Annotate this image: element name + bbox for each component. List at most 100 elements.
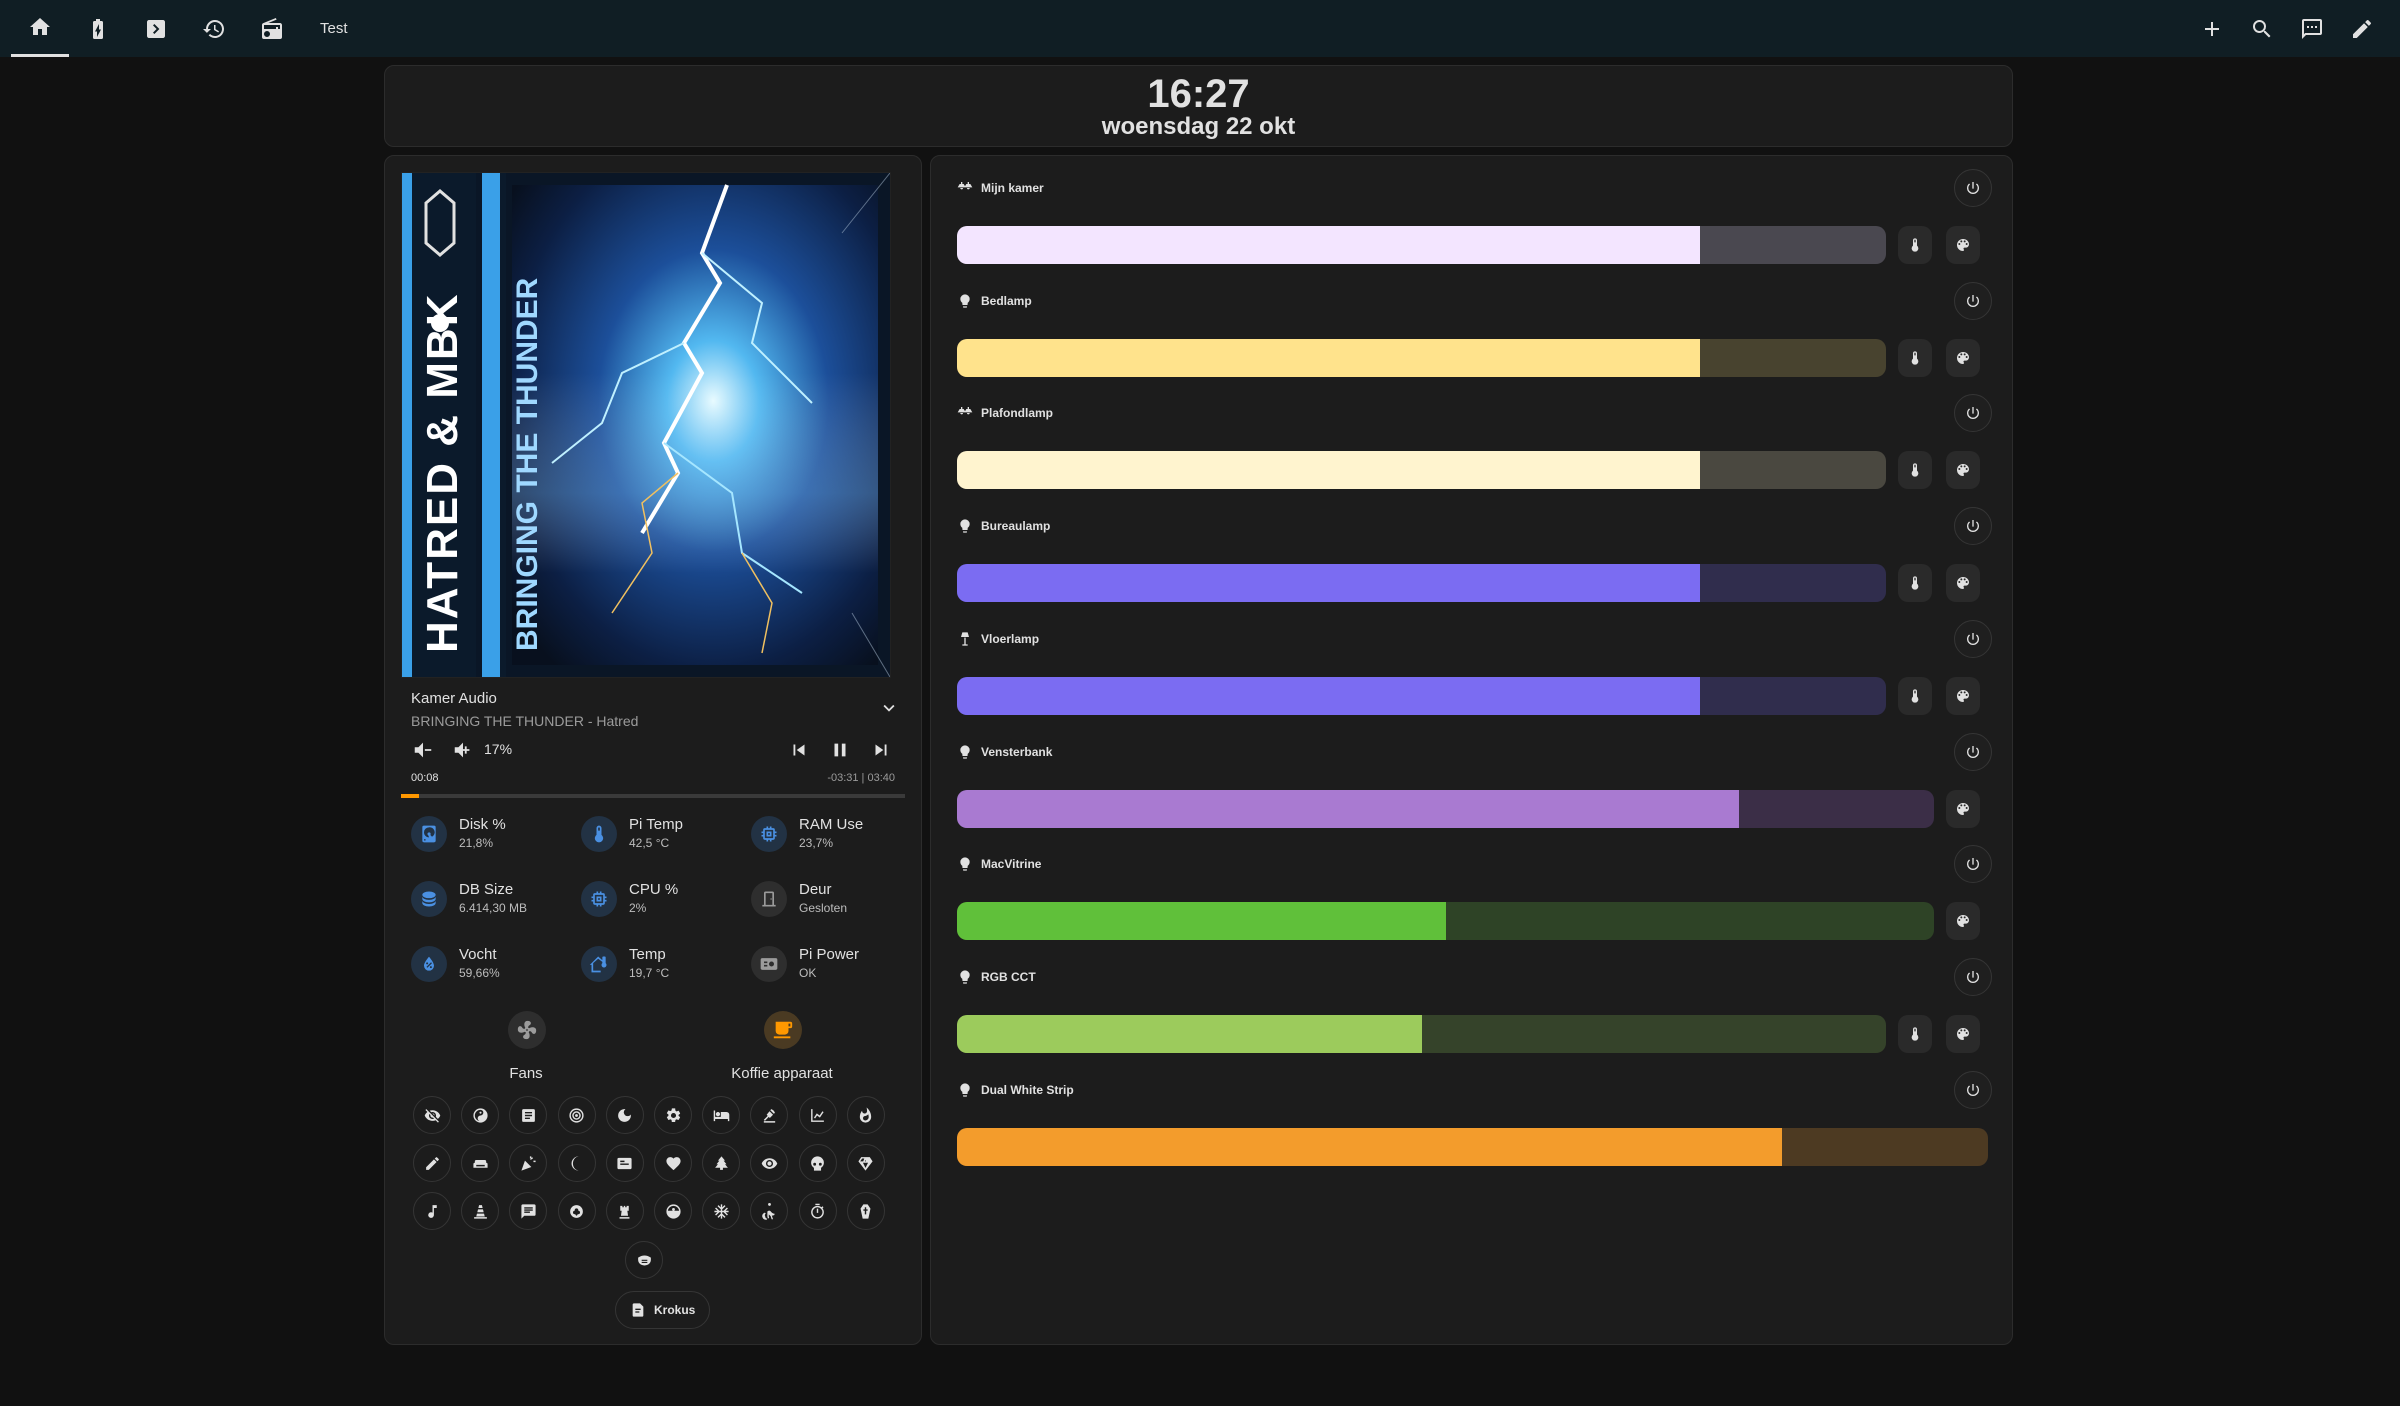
sensor-temp[interactable]: Temp 19,7 °C <box>581 942 751 990</box>
clock-date: woensdag 22 okt <box>1101 113 1296 140</box>
sensor-disk[interactable]: Disk % 21,8% <box>411 812 581 860</box>
brightness-slider-macvitrine[interactable] <box>957 902 1934 941</box>
color-picker-button-plafondlamp[interactable] <box>1946 451 1980 490</box>
light-label: Mijn kamer <box>981 181 1044 195</box>
sensor-deur[interactable]: Deur Gesloten <box>751 877 921 925</box>
brightness-slider-bureaulamp[interactable] <box>957 564 1886 603</box>
album-art[interactable]: HATRED & MBK BRINGING THE THUNDER <box>401 172 891 678</box>
tab-test[interactable]: Test <box>320 0 348 57</box>
chip-flower[interactable] <box>557 1192 596 1230</box>
brightness-slider-plafondlamp[interactable] <box>957 451 1886 490</box>
chip-bed[interactable] <box>702 1096 741 1134</box>
color-picker-button-bedlamp[interactable] <box>1946 338 1980 377</box>
chip-pine-tree[interactable] <box>702 1144 741 1182</box>
sensor-db-size[interactable]: DB Size 6.414,30 MB <box>411 877 581 925</box>
previous-track-button[interactable] <box>785 736 813 764</box>
color-temp-button-rgb-cct[interactable] <box>1898 1014 1932 1053</box>
chip-notes[interactable] <box>509 1096 548 1134</box>
sensor-pi-power[interactable]: Pi Power OK <box>751 942 921 990</box>
chip-face-mask[interactable] <box>625 1241 663 1279</box>
fans-toggle[interactable]: Fans <box>426 1011 626 1091</box>
sensor-vocht[interactable]: Vocht 59,66% <box>411 942 581 990</box>
search-button[interactable] <box>2238 0 2286 57</box>
volume-down-button[interactable] <box>409 736 437 764</box>
tab-history[interactable] <box>185 0 243 57</box>
chip-party-popper[interactable] <box>509 1144 548 1182</box>
chip-cog[interactable] <box>654 1096 692 1134</box>
sensor-cpu[interactable]: CPU % 2% <box>581 877 751 925</box>
pause-button[interactable] <box>826 736 854 764</box>
light-label: MacVitrine <box>981 857 1042 872</box>
power-toggle-bedlamp[interactable] <box>1954 281 1992 320</box>
power-toggle-mijn-kamer[interactable] <box>1954 169 1992 207</box>
tab-home[interactable] <box>11 0 69 57</box>
sensor-ram-use[interactable]: RAM Use 23,7% <box>751 812 921 860</box>
expand-button[interactable] <box>875 694 903 722</box>
chip-message[interactable] <box>509 1192 548 1230</box>
brightness-fill <box>957 226 1701 264</box>
color-picker-button-bureaulamp[interactable] <box>1946 564 1980 603</box>
media-track-title: BRINGING THE THUNDER - Hatred <box>411 713 639 729</box>
brightness-slider-rgb-cct[interactable] <box>957 1014 1886 1053</box>
edit-dashboard-button[interactable] <box>2338 0 2386 57</box>
chip-couch[interactable] <box>461 1144 500 1182</box>
brightness-slider-vloerlamp[interactable] <box>957 676 1886 715</box>
sensor-pi-temp[interactable]: Pi Temp 42,5 °C <box>581 812 751 860</box>
chip-music[interactable] <box>413 1192 451 1230</box>
chip-snowflake[interactable] <box>702 1192 741 1230</box>
color-picker-button-vensterbank[interactable] <box>1946 789 1980 828</box>
chip-eye-off[interactable] <box>413 1096 451 1134</box>
chip-eye[interactable] <box>750 1144 789 1182</box>
color-temp-button-bureaulamp[interactable] <box>1898 564 1932 603</box>
power-toggle-bureaulamp[interactable] <box>1954 507 1992 546</box>
power-toggle-vensterbank[interactable] <box>1954 732 1992 771</box>
power-toggle-rgb-cct[interactable] <box>1954 957 1992 996</box>
chip-card[interactable] <box>605 1144 644 1182</box>
chip-skull[interactable] <box>798 1144 837 1182</box>
volume-up-button[interactable] <box>449 736 477 764</box>
color-temp-button-vloerlamp[interactable] <box>1898 676 1932 715</box>
tab-radio[interactable] <box>243 0 301 57</box>
brightness-slider-bedlamp[interactable] <box>957 338 1886 377</box>
chip-diamond[interactable] <box>846 1144 885 1182</box>
chip-coffin[interactable] <box>846 1192 885 1230</box>
color-picker-button-macvitrine[interactable] <box>1946 902 1980 941</box>
power-toggle-plafondlamp[interactable] <box>1954 394 1992 433</box>
color-picker-button-vloerlamp[interactable] <box>1946 676 1980 715</box>
brightness-slider-vensterbank[interactable] <box>957 789 1934 828</box>
tab-battery[interactable] <box>69 0 127 57</box>
heart-icon <box>665 1156 681 1170</box>
media-progress-bar[interactable] <box>401 794 905 798</box>
brightness-slider-mijn-kamer[interactable] <box>957 226 1886 264</box>
chip-robot-vacuum[interactable] <box>654 1192 692 1230</box>
krokus-chip[interactable]: Krokus <box>615 1291 711 1329</box>
koffie-apparaat-toggle[interactable]: Koffie apparaat <box>682 1011 882 1091</box>
color-temp-button-mijn-kamer[interactable] <box>1898 226 1932 264</box>
power-toggle-macvitrine[interactable] <box>1954 845 1992 884</box>
chip-yin-yang[interactable] <box>461 1096 500 1134</box>
chip-target[interactable] <box>557 1096 596 1134</box>
add-button[interactable] <box>2188 0 2236 57</box>
chip-timer[interactable] <box>798 1192 837 1230</box>
chip-moon-crescent[interactable] <box>557 1144 596 1182</box>
chip-moon[interactable] <box>605 1096 644 1134</box>
chip-chess-rook[interactable] <box>605 1192 644 1230</box>
chip-wheelchair[interactable] <box>750 1192 789 1230</box>
chip-pencil[interactable] <box>413 1144 451 1182</box>
tab-console[interactable] <box>127 0 185 57</box>
thermometer-small-icon <box>1911 689 1919 703</box>
brightness-slider-dual-white-strip[interactable] <box>957 1127 1988 1166</box>
power-toggle-dual-white-strip[interactable] <box>1954 1070 1992 1109</box>
color-picker-button-mijn-kamer[interactable] <box>1946 226 1980 264</box>
chip-fire[interactable] <box>846 1096 885 1134</box>
chip-chart[interactable] <box>798 1096 837 1134</box>
power-toggle-vloerlamp[interactable] <box>1954 619 1992 658</box>
color-picker-button-rgb-cct[interactable] <box>1946 1014 1980 1053</box>
color-temp-button-bedlamp[interactable] <box>1898 338 1932 377</box>
assist-button[interactable] <box>2288 0 2336 57</box>
chip-heart[interactable] <box>654 1144 692 1182</box>
chip-cone[interactable] <box>461 1192 500 1230</box>
chip-beach[interactable] <box>750 1096 789 1134</box>
color-temp-button-plafondlamp[interactable] <box>1898 451 1932 490</box>
next-track-button[interactable] <box>867 736 895 764</box>
